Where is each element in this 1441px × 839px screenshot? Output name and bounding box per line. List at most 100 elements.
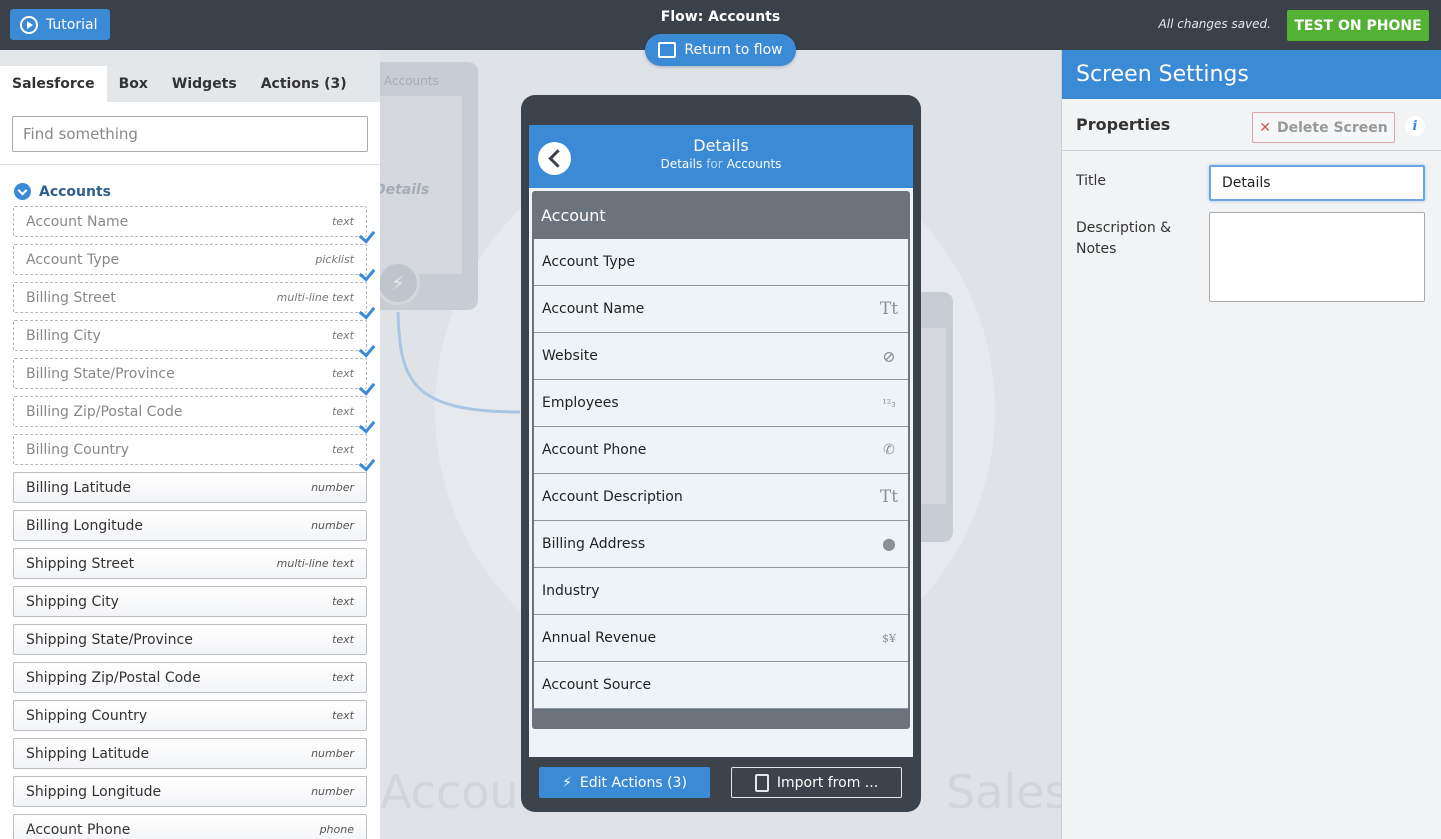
info-icon[interactable]: i: [1405, 116, 1425, 136]
field-item[interactable]: Billing State/Province text: [13, 358, 376, 396]
card-row[interactable]: Billing Address ⬤: [534, 521, 908, 568]
field-item[interactable]: Billing Street multi-line text: [13, 282, 376, 320]
field-item[interactable]: Shipping Street multi-line text: [13, 548, 367, 579]
description-label-line-1: Description &: [1076, 220, 1172, 236]
field-type: text: [332, 367, 354, 380]
card-row[interactable]: Industry: [534, 568, 908, 615]
field-type: number: [311, 747, 354, 760]
field-name: Billing Zip/Postal Code: [26, 403, 183, 420]
field-item[interactable]: Shipping Zip/Postal Code text: [13, 662, 367, 693]
field-item[interactable]: Billing City text: [13, 320, 376, 358]
field-item[interactable]: Shipping City text: [13, 586, 367, 617]
card-row-label: Account Phone: [542, 442, 647, 458]
field-item[interactable]: Billing Zip/Postal Code text: [13, 396, 376, 434]
tab-salesforce[interactable]: Salesforce: [0, 66, 107, 102]
card-row-label: Account Type: [542, 254, 636, 270]
field-type: phone: [319, 823, 354, 836]
lightning-icon: ⚡: [562, 774, 572, 791]
close-icon: ✕: [1259, 119, 1271, 136]
tab-widgets[interactable]: Widgets: [160, 66, 249, 102]
tab-actions-3[interactable]: Actions (3): [249, 66, 359, 102]
currency-icon: $¥: [882, 631, 896, 645]
compass-icon: ⊘: [882, 346, 896, 366]
back-icon[interactable]: [538, 142, 571, 175]
card-row[interactable]: Account Name Tt: [534, 286, 908, 333]
field-type: multi-line text: [276, 291, 354, 304]
field-type: multi-line text: [276, 557, 354, 570]
field-name: Billing City: [26, 327, 101, 344]
field-item[interactable]: Account Name text: [13, 206, 376, 244]
delete-screen-button[interactable]: ✕ Delete Screen: [1252, 112, 1395, 143]
card-row[interactable]: Account Phone ✆: [534, 427, 908, 474]
field-name: Billing Longitude: [26, 517, 144, 534]
field-name: Shipping Street: [26, 555, 135, 572]
card-row-label: Account Name: [542, 301, 645, 317]
field-item[interactable]: Account Type picklist: [13, 244, 376, 282]
source-tabs: Salesforce Box Widgets Actions (3): [0, 50, 380, 102]
location-pin-icon: ⬤: [882, 537, 896, 551]
number-icon: ¹²₃: [882, 396, 896, 410]
text-icon: Tt: [879, 487, 899, 507]
field-name: Billing Latitude: [26, 479, 131, 496]
description-label: Description & Notes: [1076, 218, 1171, 260]
tab-box[interactable]: Box: [107, 66, 160, 102]
checkmark-icon: [358, 226, 376, 244]
devices-icon: [754, 773, 769, 792]
checkmark-icon: [358, 416, 376, 434]
card-row-label: Industry: [542, 583, 600, 599]
field-type: number: [311, 785, 354, 798]
description-textarea[interactable]: [1209, 212, 1425, 302]
text-icon: Tt: [879, 299, 899, 319]
field-type: text: [332, 709, 354, 722]
field-name: Shipping Zip/Postal Code: [26, 669, 201, 686]
card-row-label: Employees: [542, 395, 619, 411]
edit-actions-label: Edit Actions (3): [579, 774, 687, 791]
field-type: text: [332, 405, 354, 418]
save-status: All changes saved.: [1158, 17, 1271, 31]
field-item[interactable]: Shipping Country text: [13, 700, 367, 731]
card-row[interactable]: Account Description Tt: [534, 474, 908, 521]
description-label-line-2: Notes: [1076, 241, 1117, 257]
edit-actions-button[interactable]: ⚡ Edit Actions (3): [539, 767, 710, 798]
return-to-flow-button[interactable]: Return to flow: [645, 34, 796, 66]
phone-title: Details: [693, 136, 749, 155]
card-row[interactable]: Employees ¹²₃: [534, 380, 908, 427]
field-item[interactable]: Billing Latitude number: [13, 472, 367, 503]
field-name: Shipping Country: [26, 707, 148, 724]
import-label: Import from ...: [776, 774, 879, 791]
title-input[interactable]: [1209, 165, 1425, 201]
field-type: text: [332, 215, 354, 228]
card-row[interactable]: Account Source: [534, 662, 908, 709]
field-type: number: [311, 519, 354, 532]
phone-icon: ✆: [883, 442, 895, 458]
checkmark-icon: [358, 302, 376, 320]
field-item[interactable]: Shipping State/Province text: [13, 624, 367, 655]
phone-buttons: ⚡ Edit Actions (3) Import from ...: [539, 767, 903, 799]
card-row-label: Website: [542, 348, 598, 364]
group-header-accounts[interactable]: Accounts: [0, 165, 380, 206]
card-row-label: Account Description: [542, 489, 683, 505]
search-input[interactable]: [12, 116, 368, 152]
properties-label: Properties: [1076, 115, 1171, 134]
title-label: Title: [1076, 173, 1107, 189]
field-type: text: [332, 633, 354, 646]
account-card[interactable]: Account Account Type Account Name Tt Websit…: [532, 191, 910, 729]
group-label: Accounts: [39, 183, 112, 200]
field-type: number: [311, 481, 354, 494]
field-name: Billing Street: [26, 289, 116, 306]
phone-subtitle: Details for Accounts: [529, 157, 913, 171]
import-from-button[interactable]: Import from ...: [731, 767, 902, 798]
field-item[interactable]: Billing Longitude number: [13, 510, 367, 541]
field-type: text: [332, 671, 354, 684]
field-item[interactable]: Shipping Longitude number: [13, 776, 367, 807]
field-item[interactable]: Account Phone phone: [13, 814, 367, 839]
field-type: text: [332, 443, 354, 456]
search-area: [0, 102, 380, 165]
field-name: Billing State/Province: [26, 365, 175, 382]
field-item[interactable]: Billing Country text: [13, 434, 376, 472]
test-on-phone-button[interactable]: TEST ON PHONE: [1287, 10, 1429, 41]
field-item[interactable]: Shipping Latitude number: [13, 738, 367, 769]
card-row[interactable]: Annual Revenue $¥: [534, 615, 908, 662]
card-row[interactable]: Account Type: [534, 239, 908, 286]
card-row[interactable]: Website ⊘: [534, 333, 908, 380]
